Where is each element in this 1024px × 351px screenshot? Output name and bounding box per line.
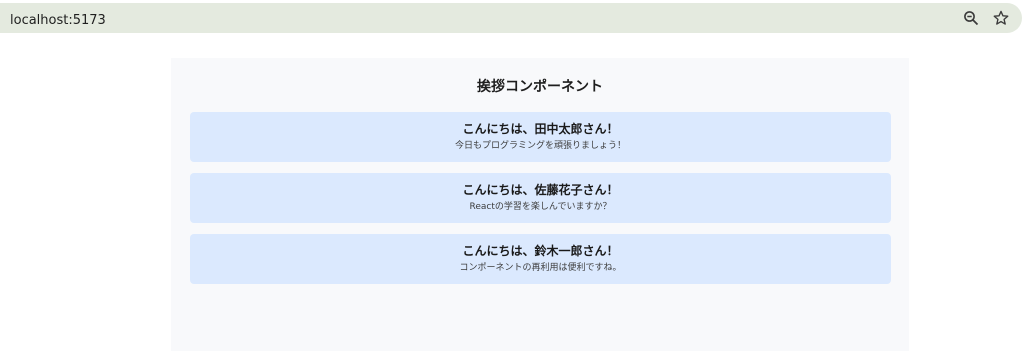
greeting-card: こんにちは、田中太郎さん！ 今日もプログラミングを頑張りましょう！ (190, 112, 891, 162)
greeting-name: こんにちは、鈴木一郎さん！ (462, 244, 619, 258)
greeting-message: コンポーネントの再利用は便利ですね。 (459, 263, 622, 273)
greeting-name: こんにちは、田中太郎さん！ (462, 122, 619, 136)
url-text[interactable]: localhost:5173 (10, 13, 106, 29)
page-title: 挨拶コンポーネント (477, 79, 603, 95)
greeting-message: Reactの学習を楽しんでいますか？ (469, 202, 612, 212)
zoom-out-icon[interactable] (963, 10, 979, 26)
star-icon[interactable] (992, 9, 1010, 27)
greeting-panel: 挨拶コンポーネント こんにちは、田中太郎さん！ 今日もプログラミングを頑張りまし… (171, 58, 909, 351)
greeting-card: こんにちは、鈴木一郎さん！ コンポーネントの再利用は便利ですね。 (190, 234, 891, 284)
browser-toolbar: localhost:5173 (0, 0, 1024, 38)
address-bar[interactable]: localhost:5173 (0, 3, 1022, 33)
greeting-message: 今日もプログラミングを頑張りましょう！ (454, 141, 626, 151)
greeting-name: こんにちは、佐藤花子さん！ (462, 183, 619, 197)
greeting-card: こんにちは、佐藤花子さん！ Reactの学習を楽しんでいますか？ (190, 173, 891, 223)
